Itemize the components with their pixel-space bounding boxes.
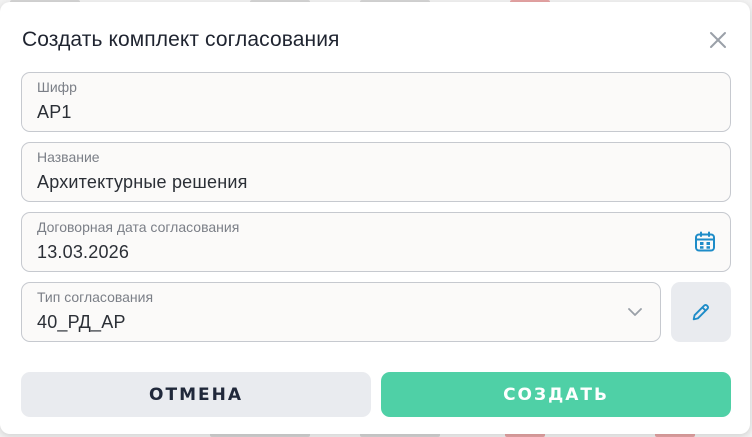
date-field[interactable]: Договорная дата согласования 13.03.2026 bbox=[21, 212, 731, 272]
name-label: Название bbox=[37, 149, 100, 165]
create-button[interactable]: СОЗДАТЬ bbox=[381, 372, 731, 417]
dialog-header: Создать комплект согласования bbox=[22, 26, 730, 54]
approval-type-label: Тип согласования bbox=[37, 289, 154, 305]
edit-approval-type-button[interactable] bbox=[671, 282, 731, 342]
date-value[interactable]: 13.03.2026 bbox=[37, 242, 129, 263]
cancel-button[interactable]: ОТМЕНА bbox=[21, 372, 371, 417]
close-icon bbox=[710, 32, 726, 48]
approval-type-select[interactable]: Тип согласования 40_РД_АР bbox=[21, 282, 661, 342]
pencil-icon bbox=[692, 303, 710, 321]
calendar-icon bbox=[695, 231, 715, 252]
code-label: Шифр bbox=[37, 79, 77, 95]
close-button[interactable] bbox=[706, 28, 730, 52]
approval-type-value: 40_РД_АР bbox=[37, 312, 126, 332]
calendar-button[interactable] bbox=[694, 231, 716, 253]
create-approval-set-dialog: Создать комплект согласования Шифр АР1 Н… bbox=[0, 2, 750, 434]
name-value[interactable]: Архитектурные решения bbox=[37, 172, 248, 193]
code-value[interactable]: АР1 bbox=[37, 102, 72, 123]
dialog-title: Создать комплект согласования bbox=[22, 28, 340, 51]
name-field[interactable]: Название Архитектурные решения bbox=[21, 142, 731, 202]
code-field[interactable]: Шифр АР1 bbox=[21, 72, 731, 132]
date-label: Договорная дата согласования bbox=[37, 219, 240, 235]
chevron-down-icon[interactable] bbox=[626, 303, 644, 321]
